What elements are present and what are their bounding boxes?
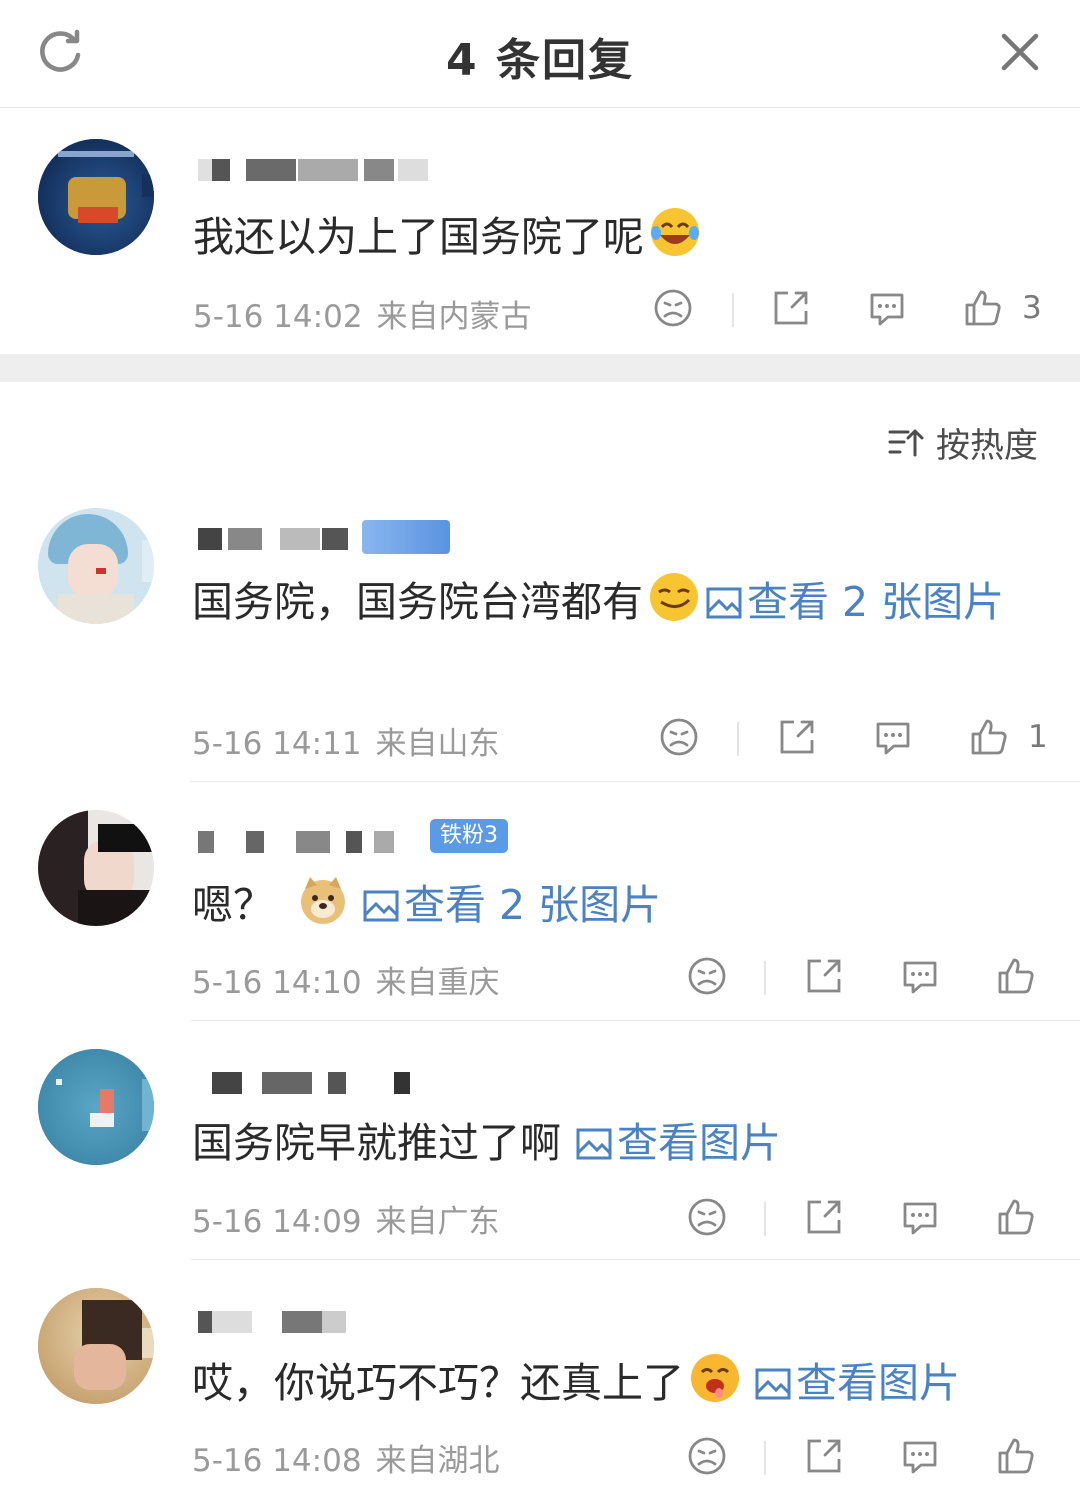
comment-icon xyxy=(903,1441,937,1474)
action-bar: 1 xyxy=(0,712,1080,762)
header-bar: 4 条回复 xyxy=(0,0,1080,108)
comment-icon xyxy=(876,722,910,755)
divider xyxy=(737,722,739,756)
view-images-link[interactable]: 查看图片 xyxy=(754,1359,960,1407)
share-button[interactable] xyxy=(776,712,818,762)
fan-badge: 铁粉3 xyxy=(430,819,508,853)
share-icon xyxy=(807,959,841,993)
thumbs-up-icon xyxy=(998,1438,1034,1474)
dislike-button[interactable] xyxy=(686,1192,728,1242)
like-button[interactable] xyxy=(995,1431,1037,1481)
action-bar xyxy=(0,1192,1080,1242)
username[interactable] xyxy=(198,518,358,562)
reply-button[interactable] xyxy=(899,1192,941,1242)
username[interactable] xyxy=(198,1301,358,1345)
image-icon xyxy=(576,1128,612,1160)
action-bar xyxy=(0,951,1080,1001)
sad-face-icon xyxy=(660,718,698,756)
thumbs-up-icon xyxy=(971,719,1007,755)
image-icon xyxy=(706,587,742,619)
list-item: 铁粉3 嗯？ 查看 2 张图片 5-16 14:10 来自重庆 xyxy=(0,783,1080,1021)
row-divider xyxy=(190,781,1080,782)
dislike-button[interactable] xyxy=(652,283,694,333)
reply-button[interactable] xyxy=(899,951,941,1001)
like-button[interactable] xyxy=(995,951,1037,1001)
row-divider xyxy=(190,1020,1080,1021)
avatar[interactable] xyxy=(38,1049,154,1165)
thumbs-up-icon xyxy=(998,958,1034,994)
divider xyxy=(764,1202,766,1236)
comment-icon xyxy=(903,1202,937,1235)
reply-button[interactable] xyxy=(872,712,914,762)
action-bar xyxy=(0,1431,1080,1481)
root-comment: 我还以为上了国务院了呢 5-16 14:02 来自内蒙古 3 xyxy=(0,109,1080,354)
view-images-link[interactable]: 查看 2 张图片 xyxy=(362,881,661,929)
share-icon xyxy=(807,1439,841,1473)
avatar[interactable] xyxy=(38,1288,154,1404)
comment-text: 国务院，国务院台湾都有 查看 2 张图片 xyxy=(192,570,1042,641)
share-button[interactable] xyxy=(803,1192,845,1242)
share-button[interactable] xyxy=(803,951,845,1001)
sort-label: 按热度 xyxy=(936,426,1038,466)
like-button[interactable]: 1 xyxy=(968,712,1048,762)
sad-face-icon xyxy=(688,957,726,995)
laughing-tears-emoji xyxy=(648,205,702,276)
sort-toggle[interactable]: 按热度 xyxy=(888,418,1038,467)
reply-button[interactable] xyxy=(866,283,908,333)
image-icon xyxy=(363,890,399,922)
view-images-link[interactable]: 查看 2 张图片 xyxy=(705,578,1004,626)
comment-icon xyxy=(903,961,937,994)
section-separator xyxy=(0,354,1080,382)
divider xyxy=(764,1441,766,1475)
thumbs-up-icon xyxy=(998,1199,1034,1235)
like-count: 1 xyxy=(1028,719,1048,755)
comment-text: 国务院早就推过了啊 查看图片 xyxy=(192,1119,781,1167)
page-title: 4 条回复 xyxy=(446,35,634,86)
avatar[interactable] xyxy=(38,139,154,255)
comment-text: 哎，你说巧不巧？还真上了 查看图片 xyxy=(192,1351,960,1422)
username[interactable] xyxy=(198,149,438,193)
list-item: 国务院早就推过了啊 查看图片 5-16 14:09 来自广东 xyxy=(0,1022,1080,1260)
close-icon xyxy=(1001,33,1039,71)
list-item: 哎，你说巧不巧？还真上了 查看图片 5-16 14:08 来自湖北 xyxy=(0,1261,1080,1500)
dislike-button[interactable] xyxy=(658,712,700,762)
doge-emoji xyxy=(296,873,350,944)
share-icon xyxy=(774,291,808,325)
sad-face-icon xyxy=(654,289,692,327)
reply-button[interactable] xyxy=(899,1431,941,1481)
avatar[interactable] xyxy=(38,508,154,624)
share-button[interactable] xyxy=(803,1431,845,1481)
list-item: 国务院，国务院台湾都有 查看 2 张图片 5-16 14:11 来自山东 1 xyxy=(0,500,1080,782)
action-bar: 3 xyxy=(0,283,1080,333)
sad-face-icon xyxy=(688,1198,726,1236)
avatar[interactable] xyxy=(38,810,154,926)
sort-icon xyxy=(888,429,924,456)
share-icon xyxy=(780,720,814,754)
row-divider xyxy=(190,1259,1080,1260)
user-badge xyxy=(362,520,450,554)
comment-text: 我还以为上了国务院了呢 xyxy=(193,205,706,276)
divider xyxy=(764,961,766,995)
like-count: 3 xyxy=(1022,290,1042,326)
share-icon xyxy=(807,1200,841,1234)
thumbs-up-icon xyxy=(965,290,1001,326)
sad-face-icon xyxy=(688,1437,726,1475)
like-button[interactable] xyxy=(995,1192,1037,1242)
like-button[interactable]: 3 xyxy=(962,283,1042,333)
view-images-link[interactable]: 查看图片 xyxy=(575,1119,781,1167)
comment-text: 嗯？ 查看 2 张图片 xyxy=(192,873,661,944)
username[interactable] xyxy=(198,821,398,865)
smirk-emoji xyxy=(647,570,701,641)
comment-icon xyxy=(870,293,904,326)
drooling-emoji xyxy=(688,1351,742,1422)
username[interactable] xyxy=(198,1062,418,1106)
dislike-button[interactable] xyxy=(686,1431,728,1481)
divider xyxy=(732,293,734,327)
dislike-button[interactable] xyxy=(686,951,728,1001)
close-button[interactable] xyxy=(990,22,1050,82)
image-icon xyxy=(755,1368,791,1400)
share-button[interactable] xyxy=(770,283,812,333)
